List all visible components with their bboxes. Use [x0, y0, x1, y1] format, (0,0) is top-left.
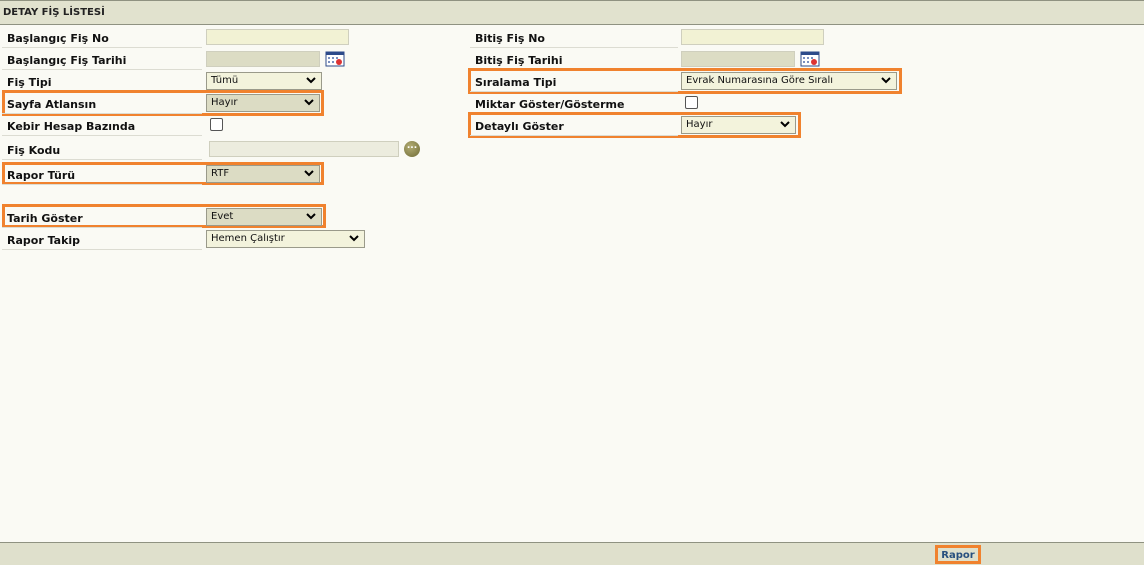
- sayfa-atlansin-select[interactable]: Hayır: [206, 94, 320, 112]
- detayli-goster-label: Detaylı Göster: [470, 114, 678, 136]
- baslangic-fis-tarihi-input[interactable]: [206, 51, 320, 67]
- detayli-goster-select[interactable]: Hayır: [681, 116, 796, 134]
- baslangic-fis-no-label: Başlangıç Fiş No: [2, 26, 202, 48]
- baslangic-fis-tarihi-label: Başlangıç Fiş Tarihi: [2, 48, 202, 70]
- chevron-down-icon: [304, 99, 314, 106]
- fis-tipi-value: Tümü: [211, 75, 239, 86]
- kebir-hesap-label: Kebir Hesap Bazında: [2, 114, 202, 136]
- chevron-down-icon: [306, 213, 316, 220]
- sayfa-atlansin-value: Hayır: [211, 97, 238, 108]
- rapor-turu-select[interactable]: RTF: [206, 165, 320, 183]
- tarih-goster-value: Evet: [211, 211, 234, 222]
- page-title: DETAY FİŞ LİSTESİ: [0, 0, 1144, 25]
- fis-tipi-label: Fiş Tipi: [2, 70, 202, 92]
- tarih-goster-select[interactable]: Evet: [206, 208, 322, 226]
- rapor-turu-label: Rapor Türü: [2, 163, 202, 185]
- kebir-hesap-checkbox[interactable]: [210, 118, 223, 131]
- baslangic-fis-no-input[interactable]: [206, 29, 349, 45]
- bitis-fis-tarihi-input[interactable]: [681, 51, 795, 67]
- miktar-goster-label: Miktar Göster/Gösterme: [470, 92, 678, 114]
- rapor-turu-value: RTF: [211, 168, 230, 179]
- detayli-goster-value: Hayır: [686, 119, 713, 130]
- siralama-tipi-value: Evrak Numarasına Göre Sıralı: [686, 75, 834, 86]
- chevron-down-icon: [780, 121, 790, 128]
- ellipsis-icon[interactable]: ...: [404, 141, 420, 157]
- chevron-down-icon: [881, 77, 891, 84]
- rapor-button[interactable]: Rapor: [935, 545, 981, 564]
- siralama-tipi-select[interactable]: Evrak Numarasına Göre Sıralı: [681, 72, 897, 90]
- chevron-down-icon: [306, 77, 316, 84]
- fis-tipi-select[interactable]: Tümü: [206, 72, 322, 90]
- fis-kodu-input[interactable]: [209, 141, 399, 157]
- calendar-icon[interactable]: [800, 51, 820, 67]
- sayfa-atlansin-label: Sayfa Atlansın: [2, 92, 202, 114]
- bitis-fis-no-label: Bitiş Fiş No: [470, 26, 678, 48]
- chevron-down-icon: [304, 170, 314, 177]
- tarih-goster-label: Tarih Göster: [2, 206, 202, 228]
- fis-kodu-label: Fiş Kodu: [2, 138, 202, 160]
- bitis-fis-tarihi-label: Bitiş Fiş Tarihi: [470, 48, 678, 70]
- siralama-tipi-label: Sıralama Tipi: [470, 70, 678, 92]
- chevron-down-icon: [349, 235, 359, 242]
- rapor-takip-label: Rapor Takip: [2, 228, 202, 250]
- bitis-fis-no-input[interactable]: [681, 29, 824, 45]
- calendar-icon[interactable]: [325, 51, 345, 67]
- rapor-takip-value: Hemen Çalıştır: [211, 233, 285, 244]
- rapor-takip-select[interactable]: Hemen Çalıştır: [206, 230, 365, 248]
- miktar-goster-checkbox[interactable]: [685, 96, 698, 109]
